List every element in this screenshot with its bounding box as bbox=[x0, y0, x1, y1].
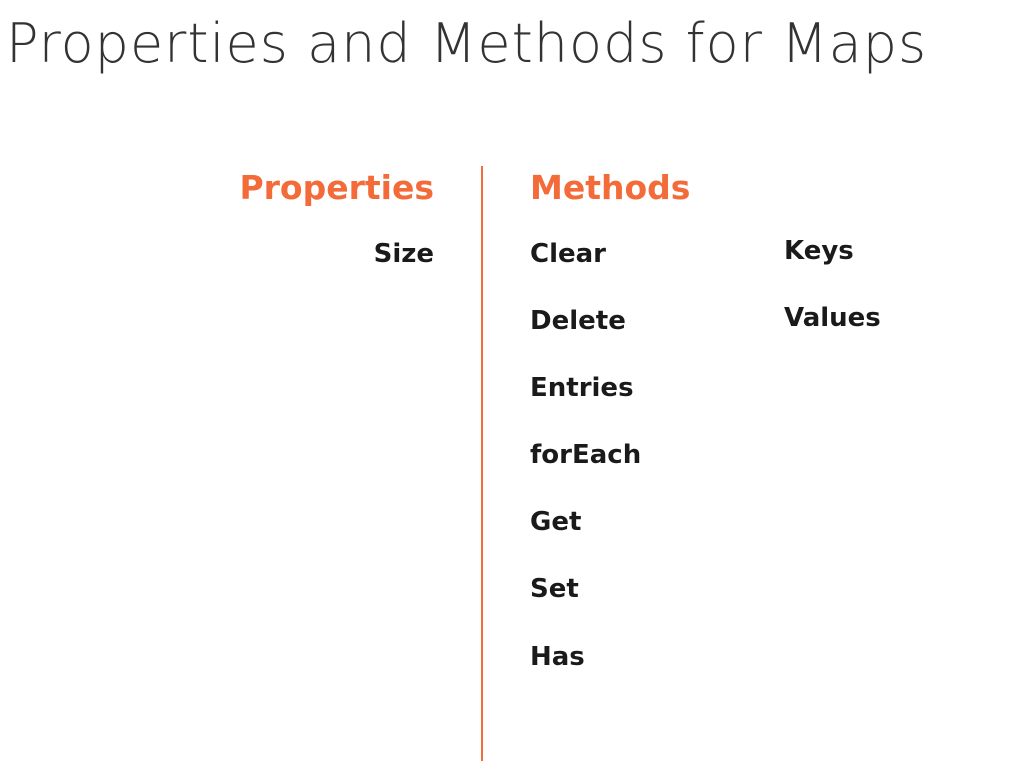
method-item-set: Set bbox=[530, 574, 579, 604]
method-item-clear: Clear bbox=[530, 239, 606, 269]
method-item-has: Has bbox=[530, 642, 585, 672]
property-item-size: Size bbox=[373, 239, 434, 269]
method-item-values: Values bbox=[784, 303, 881, 333]
methods-heading: Methods bbox=[530, 168, 691, 207]
column-divider bbox=[481, 166, 483, 761]
slide: Properties and Methods for Maps Properti… bbox=[0, 0, 1029, 768]
method-item-delete: Delete bbox=[530, 306, 626, 336]
method-item-keys: Keys bbox=[784, 236, 854, 266]
method-item-entries: Entries bbox=[530, 373, 634, 403]
method-item-foreach: forEach bbox=[530, 440, 642, 470]
slide-title: Properties and Methods for Maps bbox=[6, 12, 928, 75]
properties-heading: Properties bbox=[239, 168, 434, 207]
method-item-get: Get bbox=[530, 507, 582, 537]
